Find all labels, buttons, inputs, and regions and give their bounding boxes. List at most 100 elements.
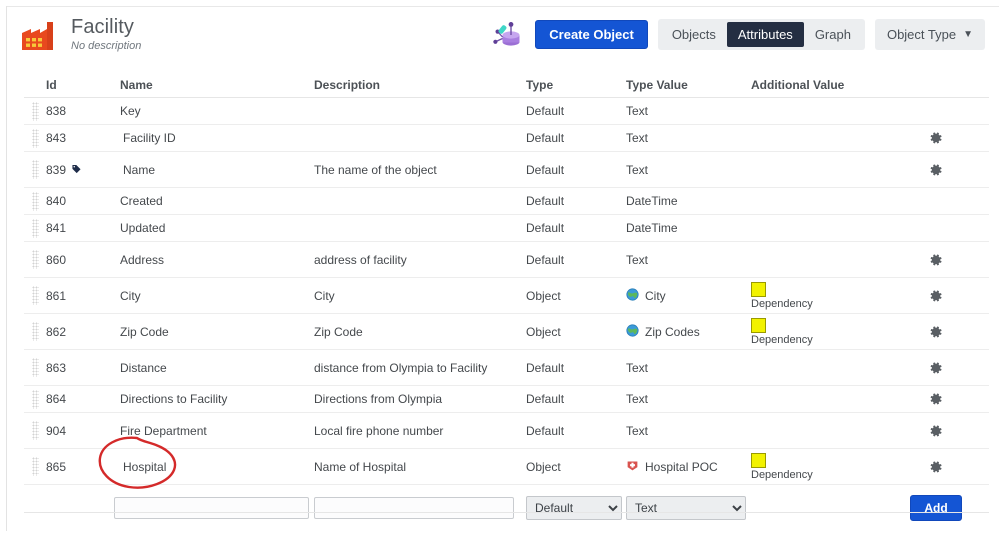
cell-name: Distance [120,360,167,375]
cell-settings[interactable] [883,289,989,303]
cell-settings[interactable] [883,163,989,177]
cell-settings[interactable] [883,325,989,339]
row-id-text: 861 [46,288,67,303]
cell-settings[interactable] [883,131,989,145]
gear-icon[interactable] [929,253,943,267]
cell-settings[interactable] [883,392,989,406]
add-button-cell: Add [883,495,989,521]
cell-settings[interactable] [883,361,989,375]
type-value-text: Hospital POC [645,459,718,474]
drag-handle-icon [31,457,39,476]
cell-id: 839 [46,163,114,177]
column-header-type-value: Type Value [626,78,688,92]
object-type-dropdown[interactable]: Object Type ▼ [874,19,985,50]
cell-id: 864 [46,392,114,406]
cell-type-value: Zip Codes [626,323,751,340]
table-row[interactable]: 864 Directions to Facility Directions from… [24,386,989,413]
tab-objects[interactable]: Objects [661,22,727,47]
table-row[interactable]: 843 Facility ID Default Text [24,125,989,152]
table-body: 838 Key Default Text 843 Facility ID Default Te… [24,98,989,485]
gear-icon[interactable] [929,163,943,177]
cell-settings[interactable] [883,253,989,267]
cell-name: Hospital [123,459,167,474]
new-attribute-type-value-select[interactable]: TextDateTimeInteger [626,496,746,520]
table-row[interactable]: 862 Zip Code Zip Code Object Zip Codes Depend… [24,314,989,350]
row-drag-handle[interactable] [24,250,46,269]
cell-id: 860 [46,253,114,267]
tag-icon [71,163,82,177]
new-attribute-name-input[interactable] [114,497,309,519]
cell-description: Zip Code [314,324,363,339]
table-row[interactable]: 865 Hospital Name of Hospital Object Hospita… [24,449,989,485]
cell-type: Default [526,194,565,208]
cell-type-value: City [626,287,751,304]
factory-icon [19,17,59,53]
add-attribute-row: DefaultObject TextDateTimeInteger Add [24,491,989,525]
type-value-text: City [645,288,666,303]
row-drag-handle[interactable] [24,191,46,211]
table-row[interactable]: 838 Key Default Text [24,98,989,125]
frame-left-border [6,6,7,531]
row-id-text: 840 [46,194,67,208]
row-drag-handle[interactable] [24,322,46,341]
row-drag-handle[interactable] [24,286,46,305]
drag-handle-icon [31,218,39,238]
drag-handle-icon [31,389,39,409]
dependency-badge[interactable]: Dependency [751,281,883,310]
cell-settings[interactable] [883,424,989,438]
table-row[interactable]: 863 Distance distance from Olympia to Faci… [24,350,989,386]
row-drag-handle[interactable] [24,421,46,440]
dependency-badge[interactable]: Dependency [751,317,883,346]
add-button[interactable]: Add [910,495,962,521]
new-attribute-type-select[interactable]: DefaultObject [526,496,622,520]
cell-additional-value: Dependency [751,317,883,346]
table-row[interactable]: 840 Created Default DateTime [24,188,989,215]
gear-icon[interactable] [929,289,943,303]
dependency-label: Dependency [751,468,813,481]
table-row[interactable]: 860 Address address of facility Default Text [24,242,989,278]
drag-handle-icon [31,128,39,148]
type-value-text: Text [626,162,649,177]
gear-icon[interactable] [929,460,943,474]
globe-icon [626,287,639,304]
tab-graph[interactable]: Graph [804,22,862,47]
row-drag-handle[interactable] [24,101,46,121]
row-id-text: 838 [46,104,67,118]
cell-id: 838 [46,104,114,118]
table-row[interactable]: 861 City City Object City Dependency [24,278,989,314]
cell-settings[interactable] [883,460,989,474]
cell-type-value: Text [626,392,751,406]
gear-icon[interactable] [929,361,943,375]
cell-description: address of facility [314,252,407,267]
new-attribute-description-input[interactable] [314,497,514,519]
cell-type-value: Text [626,361,751,375]
cell-type-value: Text [626,104,751,118]
table-row[interactable]: 841 Updated Default DateTime [24,215,989,242]
table-row[interactable]: 904 Fire Department Local fire phone numbe… [24,413,989,449]
chevron-down-icon: ▼ [963,28,973,40]
app-page: Facility No description Create Object Ob… [0,0,999,537]
row-drag-handle[interactable] [24,218,46,238]
gear-icon[interactable] [929,424,943,438]
table-row[interactable]: 839 Name The name of the object Default Text [24,152,989,188]
cell-type: Object [526,459,561,474]
tab-attributes[interactable]: Attributes [726,22,804,47]
drag-handle-icon [31,322,39,341]
row-drag-handle[interactable] [24,457,46,476]
add-type-value-cell: TextDateTimeInteger [626,496,751,520]
row-drag-handle[interactable] [24,160,46,179]
row-drag-handle[interactable] [24,358,46,377]
type-value-text: DateTime [626,221,678,235]
cell-description: The name of the object [314,162,437,177]
create-object-button[interactable]: Create Object [535,20,648,49]
row-drag-handle[interactable] [24,389,46,409]
cell-id: 843 [46,131,114,145]
gear-icon[interactable] [929,325,943,339]
gear-icon[interactable] [929,392,943,406]
cell-id: 841 [46,221,114,235]
cell-type: Default [526,221,565,235]
dependency-badge[interactable]: Dependency [751,452,883,481]
cell-type: Default [526,162,565,177]
row-drag-handle[interactable] [24,128,46,148]
gear-icon[interactable] [929,131,943,145]
